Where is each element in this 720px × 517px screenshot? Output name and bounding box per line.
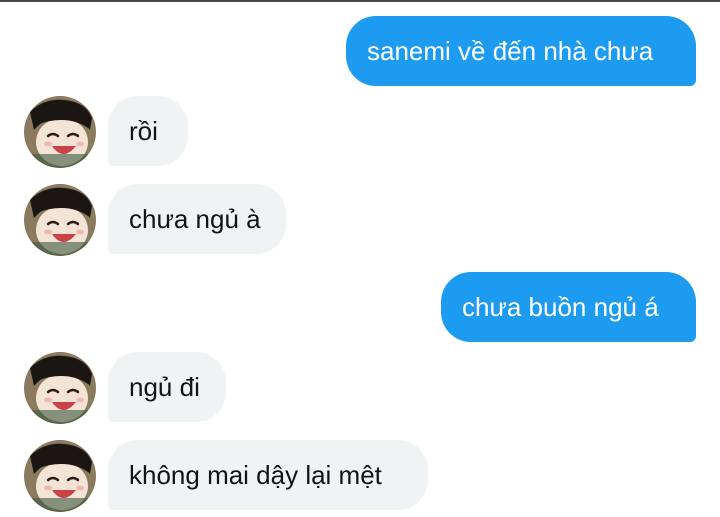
message-text: sanemi về đến nhà chưa bbox=[367, 36, 654, 66]
avatar-icon bbox=[24, 440, 96, 512]
message-bubble-incoming[interactable]: chưa ngủ à bbox=[108, 184, 286, 254]
top-border bbox=[0, 0, 720, 2]
contact-avatar[interactable] bbox=[24, 96, 96, 168]
message-text: không mai dậy lại mệt bbox=[129, 460, 382, 490]
avatar-icon bbox=[24, 96, 96, 168]
message-text: ngủ đi bbox=[129, 372, 200, 402]
avatar-icon bbox=[24, 352, 96, 424]
avatar-icon bbox=[24, 184, 96, 256]
message-bubble-incoming[interactable]: không mai dậy lại mệt bbox=[108, 440, 428, 510]
contact-avatar[interactable] bbox=[24, 440, 96, 512]
message-text: chưa ngủ à bbox=[129, 204, 261, 234]
contact-avatar[interactable] bbox=[24, 184, 96, 256]
message-text: rồi bbox=[129, 116, 158, 146]
message-bubble-incoming[interactable]: ngủ đi bbox=[108, 352, 226, 422]
message-bubble-outgoing[interactable]: chưa buồn ngủ á bbox=[441, 272, 696, 342]
message-text: chưa buồn ngủ á bbox=[462, 292, 659, 322]
message-bubble-incoming[interactable]: rồi bbox=[108, 96, 188, 166]
message-bubble-outgoing[interactable]: sanemi về đến nhà chưa bbox=[346, 16, 696, 86]
contact-avatar[interactable] bbox=[24, 352, 96, 424]
